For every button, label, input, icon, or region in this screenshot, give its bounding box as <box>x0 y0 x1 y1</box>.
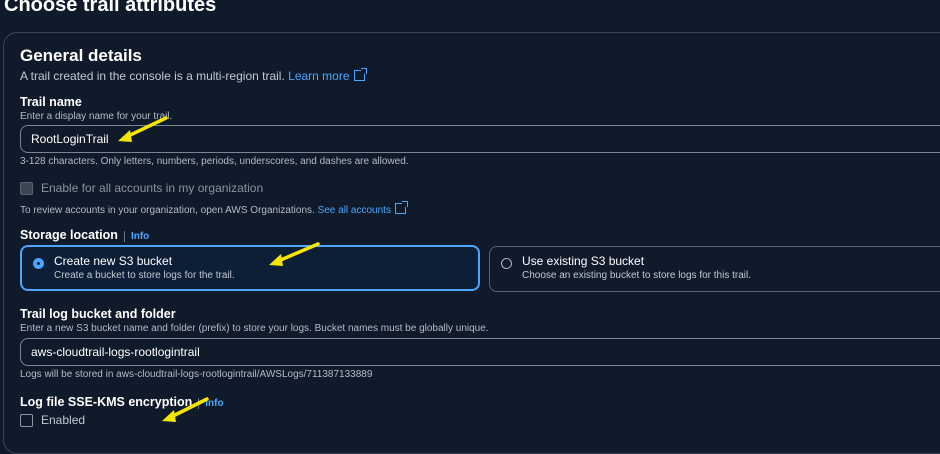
annotation-arrow-icon <box>118 116 168 142</box>
storage-option-use-existing[interactable]: Use existing S3 bucket Choose an existin… <box>489 246 940 292</box>
section-heading: General details <box>20 46 142 65</box>
storage-option-description: Create a bucket to store logs for the tr… <box>54 270 235 281</box>
trail-name-constraint: 3-128 characters. Only letters, numbers,… <box>20 156 409 167</box>
general-details-panel <box>3 32 940 454</box>
storage-option-description: Choose an existing bucket to store logs … <box>522 270 752 281</box>
learn-more-link[interactable]: Learn more <box>288 68 367 83</box>
bucket-stored-note: Logs will be stored in aws-cloudtrail-lo… <box>20 369 373 380</box>
storage-info-link[interactable]: Info <box>123 231 150 242</box>
org-checkbox-row[interactable]: Enable for all accounts in my organizati… <box>20 181 264 196</box>
bucket-input[interactable]: aws-cloudtrail-logs-rootlogintrail <box>20 338 940 366</box>
encryption-checkbox[interactable] <box>20 414 33 428</box>
org-checkbox-label: Enable for all accounts in my organizati… <box>41 181 264 195</box>
storage-option-create-new[interactable]: Create new S3 bucket Create a bucket to … <box>20 245 480 291</box>
bucket-label: Trail log bucket and folder <box>20 307 176 321</box>
encryption-checkbox-row[interactable]: Enabled <box>20 413 86 428</box>
external-link-icon <box>353 68 367 81</box>
encryption-checkbox-label: Enabled <box>41 413 86 427</box>
org-hint: To review accounts in your organization,… <box>20 201 408 216</box>
trail-name-label: Trail name <box>20 95 82 109</box>
section-description: A trail created in the console is a mult… <box>20 68 367 83</box>
storage-option-title: Use existing S3 bucket <box>522 254 645 268</box>
storage-location-label: Storage location <box>20 228 118 242</box>
radio-selected-icon[interactable] <box>33 258 44 269</box>
external-link-icon <box>394 201 408 214</box>
radio-unselected-icon[interactable] <box>501 258 512 269</box>
org-checkbox[interactable] <box>20 182 33 196</box>
annotation-arrow-icon <box>162 397 209 422</box>
see-all-accounts-link[interactable]: See all accounts <box>317 201 408 216</box>
org-hint-text: To review accounts in your organization,… <box>20 205 315 216</box>
annotation-arrow-icon <box>269 242 320 266</box>
section-description-text: A trail created in the console is a mult… <box>20 69 285 83</box>
bucket-hint: Enter a new S3 bucket name and folder (p… <box>20 323 489 334</box>
storage-location-label-row: Storage location Info <box>20 228 150 242</box>
storage-option-title: Create new S3 bucket <box>54 254 173 268</box>
learn-more-label: Learn more <box>288 69 350 83</box>
page-title: Choose trail attributes <box>4 0 217 16</box>
see-all-accounts-label: See all accounts <box>317 205 391 216</box>
